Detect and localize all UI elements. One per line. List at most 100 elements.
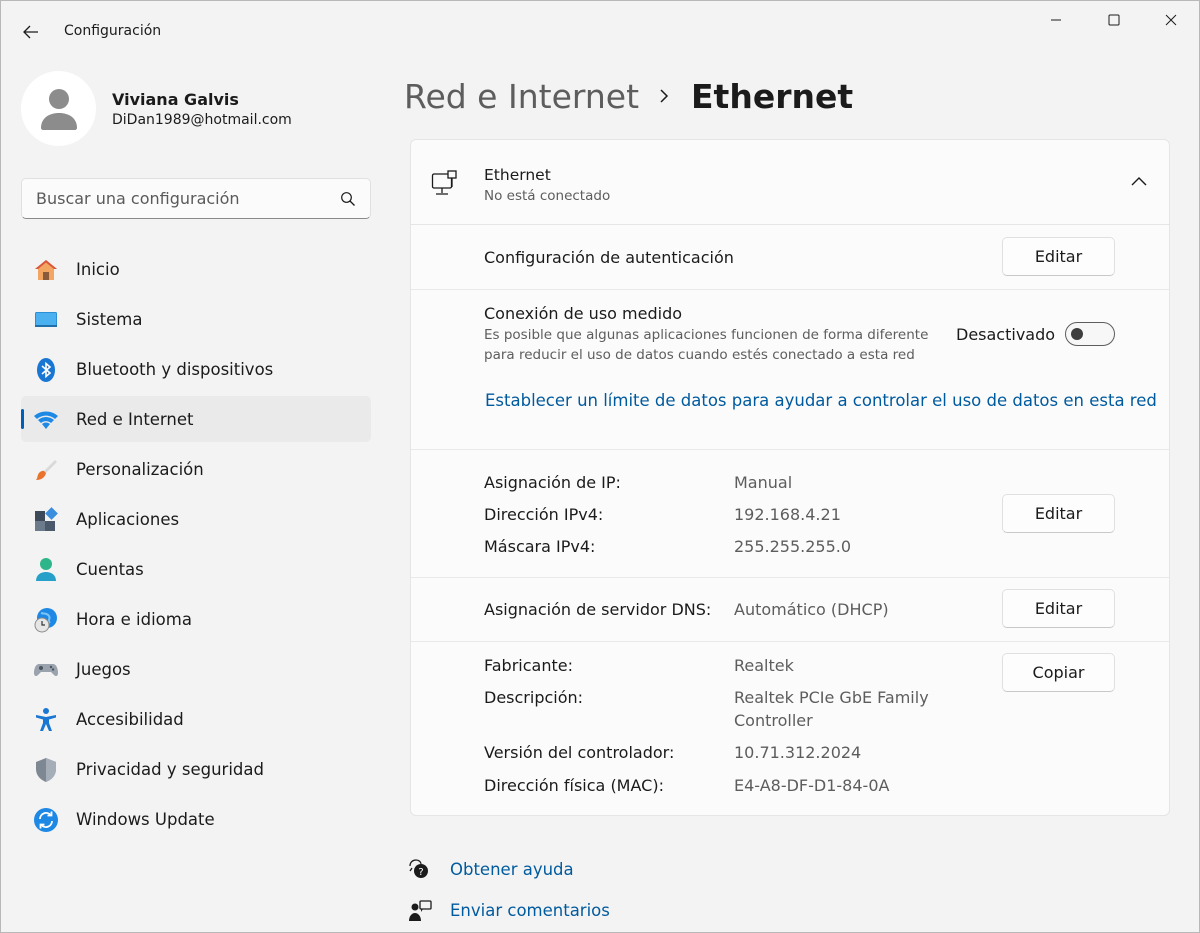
maximize-icon — [1108, 14, 1119, 26]
auth-settings-label: Configuración de autenticación — [484, 248, 734, 267]
ethernet-card-header[interactable]: Ethernet No está conectado — [411, 140, 1169, 225]
profile-name: Viviana Galvis — [112, 90, 239, 109]
accessibility-icon — [36, 708, 56, 731]
sidebar-item-label: Inicio — [76, 259, 120, 279]
ethernet-title: Ethernet — [484, 166, 551, 184]
minimize-icon — [1050, 19, 1061, 21]
divider — [411, 449, 1169, 450]
manufacturer-label: Fabricante: — [484, 656, 573, 675]
title-bar: Configuración — [0, 0, 1200, 62]
sidebar-item-windows-update[interactable]: Windows Update — [21, 796, 371, 842]
get-help-link[interactable]: Obtener ayuda — [450, 860, 574, 879]
driver-version-value: 10.71.312.2024 — [734, 743, 862, 762]
close-button[interactable] — [1142, 0, 1199, 40]
sidebar-item-label: Juegos — [76, 659, 131, 679]
divider — [411, 577, 1169, 578]
description-value-line2: Controller — [734, 711, 813, 730]
driver-version-label: Versión del controlador: — [484, 743, 675, 762]
breadcrumb-parent[interactable]: Red e Internet — [404, 77, 639, 116]
sidebar-item-label: Aplicaciones — [76, 509, 180, 529]
ipv4-address-label: Dirección IPv4: — [484, 505, 604, 524]
user-avatar-icon — [40, 88, 77, 130]
home-icon — [35, 260, 57, 280]
minimize-button[interactable] — [1027, 0, 1084, 40]
metered-connection-label: Conexión de uso medido — [484, 304, 683, 323]
connection-status: No está conectado — [484, 188, 611, 204]
description-label: Descripción: — [484, 688, 584, 707]
sidebar-item-red-internet[interactable]: Red e Internet — [21, 396, 371, 442]
gamepad-icon — [34, 664, 58, 677]
auth-edit-button[interactable]: Editar — [1002, 237, 1115, 276]
profile-email: DiDan1989@hotmail.com — [112, 112, 292, 128]
search-icon[interactable] — [340, 191, 356, 207]
sidebar-item-label: Red e Internet — [76, 409, 194, 429]
app-title: Configuración — [64, 23, 162, 39]
sidebar-item-label: Sistema — [76, 309, 143, 329]
system-icon — [35, 312, 57, 327]
feedback-icon — [409, 900, 432, 921]
shield-icon — [36, 758, 56, 782]
ipv4-mask-value: 255.255.255.0 — [734, 537, 852, 556]
sidebar-item-hora-idioma[interactable]: Hora e idioma — [21, 596, 371, 642]
send-feedback-link[interactable]: Enviar comentarios — [450, 901, 610, 920]
sidebar-item-privacidad[interactable]: Privacidad y seguridad — [21, 746, 371, 792]
wifi-icon — [34, 411, 58, 429]
maximize-button[interactable] — [1085, 0, 1142, 40]
sidebar-item-label: Bluetooth y dispositivos — [76, 359, 274, 379]
sidebar-item-cuentas[interactable]: Cuentas — [21, 546, 371, 592]
brush-icon — [36, 460, 57, 480]
ethernet-card: Ethernet No está conectado Configuración… — [410, 139, 1170, 816]
data-limit-link[interactable]: Establecer un límite de datos para ayuda… — [485, 391, 1157, 410]
sidebar-item-inicio[interactable]: Inicio — [21, 246, 371, 292]
sidebar-item-personalizacion[interactable]: Personalización — [21, 446, 371, 492]
sidebar-item-label: Cuentas — [76, 559, 144, 579]
dns-assignment-label: Asignación de servidor DNS: — [484, 600, 712, 619]
breadcrumb: Red e Internet Ethernet — [404, 74, 853, 118]
metered-toggle[interactable] — [1065, 322, 1115, 346]
ip-assignment-value: Manual — [734, 473, 793, 492]
dns-assignment-value: Automático (DHCP) — [734, 600, 889, 619]
manufacturer-value: Realtek — [734, 656, 794, 675]
update-icon — [34, 808, 58, 832]
close-icon — [1165, 14, 1176, 26]
ipv4-address-value: 192.168.4.21 — [734, 505, 841, 524]
avatar[interactable] — [21, 71, 96, 146]
accounts-icon — [36, 558, 56, 581]
sidebar-item-label: Hora e idioma — [76, 609, 192, 629]
search-input[interactable] — [22, 179, 332, 218]
bluetooth-icon — [37, 358, 55, 382]
help-icon: ? — [409, 859, 428, 878]
copy-button[interactable]: Copiar — [1002, 653, 1115, 692]
ip-edit-button[interactable]: Editar — [1002, 494, 1115, 533]
sidebar-item-label: Accesibilidad — [76, 709, 184, 729]
sidebar-item-label: Privacidad y seguridad — [76, 759, 264, 779]
dns-edit-button[interactable]: Editar — [1002, 589, 1115, 628]
sidebar-item-bluetooth[interactable]: Bluetooth y dispositivos — [21, 346, 371, 392]
search-box — [21, 178, 371, 219]
ip-assignment-label: Asignación de IP: — [484, 473, 621, 492]
chevron-up-icon[interactable] — [1129, 174, 1149, 190]
toggle-knob — [1071, 328, 1083, 340]
back-arrow-icon — [23, 25, 38, 39]
metered-connection-description: Es posible que algunas aplicaciones func… — [484, 327, 929, 363]
breadcrumb-chevron-icon — [659, 86, 673, 106]
page-title: Ethernet — [691, 76, 854, 116]
metered-toggle-state: Desactivado — [956, 325, 1056, 344]
divider — [411, 289, 1169, 290]
apps-icon — [35, 507, 58, 531]
sidebar-item-sistema[interactable]: Sistema — [21, 296, 371, 342]
ipv4-mask-label: Máscara IPv4: — [484, 537, 596, 556]
mac-address-value: E4-A8-DF-D1-84-0A — [734, 776, 890, 795]
sidebar-item-juegos[interactable]: Juegos — [21, 646, 371, 692]
sidebar-item-label: Windows Update — [76, 809, 215, 829]
divider — [411, 641, 1169, 642]
back-button[interactable] — [14, 17, 48, 47]
svg-text:?: ? — [418, 867, 423, 878]
mac-address-label: Dirección física (MAC): — [484, 776, 664, 795]
time-language-icon — [34, 608, 57, 633]
sidebar-item-accesibilidad[interactable]: Accesibilidad — [21, 696, 371, 742]
sidebar-item-aplicaciones[interactable]: Aplicaciones — [21, 496, 371, 542]
sidebar-nav: Inicio Sistema Bluetooth y dispositivos … — [21, 246, 371, 846]
description-value-line1: Realtek PCIe GbE Family — [734, 688, 929, 707]
sidebar-item-label: Personalización — [76, 459, 204, 479]
